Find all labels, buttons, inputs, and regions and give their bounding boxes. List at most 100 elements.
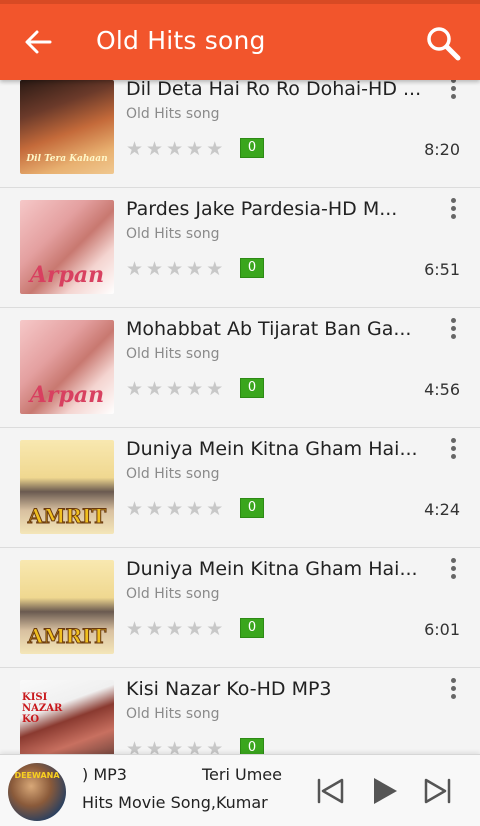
more-vert-icon	[446, 558, 460, 579]
star-icon: ★	[186, 498, 204, 520]
star-icon: ★	[186, 138, 204, 160]
song-title: Pardes Jake Pardesia-HD M...	[126, 198, 398, 220]
star-icon: ★	[146, 498, 164, 520]
star-icon: ★	[206, 258, 224, 280]
rating-stars[interactable]: ★ ★ ★ ★ ★	[126, 138, 223, 160]
more-vert-icon	[446, 678, 460, 699]
list-item[interactable]: AMRIT Duniya Mein Kitna Gham Hai... Old …	[0, 428, 480, 548]
song-artwork: AMRIT	[20, 560, 114, 654]
play-button[interactable]	[366, 773, 402, 809]
rating-stars[interactable]: ★ ★ ★ ★ ★	[126, 738, 223, 754]
star-icon: ★	[126, 498, 144, 520]
star-icon: ★	[206, 738, 224, 754]
play-icon	[374, 778, 397, 804]
star-icon: ★	[166, 738, 184, 754]
more-vert-icon	[446, 438, 460, 459]
star-icon: ★	[126, 378, 144, 400]
artwork-title-text: Arpan	[29, 382, 105, 408]
app-bar: Old Hits song	[0, 0, 480, 80]
artwork-title-text: Arpan	[29, 262, 105, 288]
song-title: Dil Deta Hai Ro Ro Dohai-HD ...	[126, 78, 422, 100]
page-title: Old Hits song	[96, 26, 266, 55]
song-title: Mohabbat Ab Tijarat Ban Ga...	[126, 318, 412, 340]
count-badge: 0	[240, 138, 264, 158]
list-item[interactable]: KISI NAZAR KO Kisi Nazar Ko-HD MP3 Old H…	[0, 668, 480, 754]
overflow-menu-button[interactable]	[446, 556, 460, 582]
list-item[interactable]: Arpan Mohabbat Ab Tijarat Ban Ga... Old …	[0, 308, 480, 428]
count-badge: 0	[240, 738, 264, 754]
song-subtitle: Old Hits song	[126, 226, 220, 242]
list-item[interactable]: Arpan Pardes Jake Pardesia-HD M... Old H…	[0, 188, 480, 308]
star-icon: ★	[206, 138, 224, 160]
song-artwork: Arpan	[20, 200, 114, 294]
rating-stars[interactable]: ★ ★ ★ ★ ★	[126, 258, 223, 280]
artwork-title-text: Dil Tera Kahaan	[26, 154, 108, 164]
star-icon: ★	[166, 378, 184, 400]
more-vert-icon	[446, 78, 460, 99]
star-icon: ★	[146, 738, 164, 754]
now-playing-title-part: Teri Umee	[202, 765, 282, 784]
song-subtitle: Old Hits song	[126, 706, 220, 722]
artwork-title-text: AMRIT	[27, 624, 107, 649]
now-playing-artwork[interactable]: DEEWANA	[8, 763, 66, 821]
star-icon: ★	[166, 618, 184, 640]
song-duration: 4:24	[424, 500, 460, 519]
next-button[interactable]	[420, 773, 456, 809]
overflow-menu-button[interactable]	[446, 78, 460, 102]
count-badge: 0	[240, 618, 264, 638]
now-playing-subtitle: Hits Movie Song,Kumar	[82, 793, 268, 812]
skip-next-icon	[424, 778, 451, 804]
artwork-title-text: DEEWANA	[14, 771, 60, 780]
count-badge: 0	[240, 378, 264, 398]
star-icon: ★	[206, 618, 224, 640]
overflow-menu-button[interactable]	[446, 676, 460, 702]
list-item[interactable]: Dil Tera Kahaan Dil Deta Hai Ro Ro Dohai…	[0, 78, 480, 188]
rating-stars[interactable]: ★ ★ ★ ★ ★	[126, 498, 223, 520]
artwork-title-text: AMRIT	[27, 504, 107, 529]
count-badge: 0	[240, 258, 264, 278]
star-icon: ★	[126, 738, 144, 754]
song-duration: 6:01	[424, 620, 460, 639]
song-subtitle: Old Hits song	[126, 466, 220, 482]
song-subtitle: Old Hits song	[126, 586, 220, 602]
star-icon: ★	[186, 618, 204, 640]
overflow-menu-button[interactable]	[446, 196, 460, 222]
star-icon: ★	[126, 618, 144, 640]
search-icon	[427, 27, 461, 61]
star-icon: ★	[166, 498, 184, 520]
now-playing-title: ) MP3 Teri Umee	[82, 765, 292, 789]
now-playing-title-part: ) MP3	[82, 765, 127, 784]
mini-player[interactable]: DEEWANA ) MP3 Teri Umee Hits Movie Song,…	[0, 754, 480, 826]
previous-button[interactable]	[312, 773, 348, 809]
search-button[interactable]	[424, 24, 462, 62]
overflow-menu-button[interactable]	[446, 316, 460, 342]
star-icon: ★	[206, 498, 224, 520]
song-duration: 6:51	[424, 260, 460, 279]
rating-stars[interactable]: ★ ★ ★ ★ ★	[126, 618, 223, 640]
song-duration: 8:20	[424, 140, 460, 159]
more-vert-icon	[446, 318, 460, 339]
more-vert-icon	[446, 198, 460, 219]
count-badge: 0	[240, 498, 264, 518]
song-artwork: Dil Tera Kahaan	[20, 80, 114, 174]
song-artwork: Arpan	[20, 320, 114, 414]
overflow-menu-button[interactable]	[446, 436, 460, 462]
star-icon: ★	[186, 738, 204, 754]
song-title: Duniya Mein Kitna Gham Hai...	[126, 438, 418, 460]
list-item[interactable]: AMRIT Duniya Mein Kitna Gham Hai... Old …	[0, 548, 480, 668]
star-icon: ★	[126, 138, 144, 160]
song-artwork: KISI NAZAR KO	[20, 680, 114, 754]
back-button[interactable]	[22, 26, 54, 58]
song-subtitle: Old Hits song	[126, 106, 220, 122]
arrow-left-icon	[25, 30, 52, 54]
song-title: Duniya Mein Kitna Gham Hai...	[126, 558, 418, 580]
star-icon: ★	[206, 378, 224, 400]
song-list[interactable]: Dil Tera Kahaan Dil Deta Hai Ro Ro Dohai…	[0, 78, 480, 754]
rating-stars[interactable]: ★ ★ ★ ★ ★	[126, 378, 223, 400]
song-subtitle: Old Hits song	[126, 346, 220, 362]
star-icon: ★	[146, 258, 164, 280]
skip-previous-icon	[317, 778, 344, 804]
star-icon: ★	[166, 138, 184, 160]
song-title: Kisi Nazar Ko-HD MP3	[126, 678, 332, 700]
star-icon: ★	[146, 618, 164, 640]
